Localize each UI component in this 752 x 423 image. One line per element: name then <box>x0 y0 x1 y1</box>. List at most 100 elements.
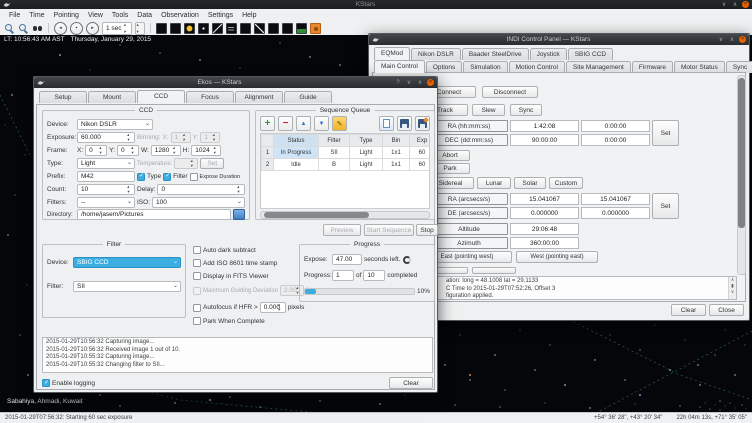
section-tab-main-control[interactable]: Main Control <box>374 60 425 73</box>
slew-button[interactable]: Slew <box>472 104 505 116</box>
fits-viewer-checkbox[interactable] <box>193 272 201 280</box>
filter-checkbox[interactable] <box>163 173 171 181</box>
ground-toggle-icon[interactable] <box>296 23 307 34</box>
move-job-down-icon[interactable] <box>314 116 329 131</box>
solar-rate-button[interactable]: Solar <box>514 177 546 189</box>
de-rate-target-input[interactable]: 0.000000 <box>581 207 650 219</box>
spinner-icon[interactable] <box>99 146 105 155</box>
filter-select[interactable]: SII <box>73 281 181 292</box>
time-step-spinner-icon[interactable] <box>124 23 130 34</box>
time-stop-icon[interactable]: ▪ <box>70 22 83 35</box>
spinner-icon[interactable] <box>131 146 137 155</box>
sequence-table[interactable]: Status Filter Type Bin Exp 1 In Progress… <box>261 134 430 171</box>
device-tab-nikon-dslr[interactable]: Nikon DSLR <box>411 48 461 60</box>
delay-input[interactable]: 0 <box>157 184 245 195</box>
filter-device-select[interactable]: SBIG CCD <box>73 257 181 268</box>
indi-clear-button[interactable]: Clear <box>671 304 706 316</box>
maximize-icon[interactable]: ∧ <box>728 36 736 44</box>
menu-tools[interactable]: Tools <box>108 11 132 20</box>
prefix-input[interactable]: M42 <box>77 171 135 182</box>
stop-button[interactable]: Stop <box>416 224 438 236</box>
time-infobox[interactable]: LT: 10:56:43 AM AST Thursday, January 29… <box>4 36 151 43</box>
autofocus-hfr-checkbox[interactable] <box>193 304 201 312</box>
sync-button[interactable]: Sync <box>510 104 542 116</box>
disconnect-button[interactable]: Disconnect <box>482 86 538 98</box>
table-row[interactable]: 1 In Progress SII Light 1x1 60 <box>262 147 431 159</box>
tab-mount[interactable]: Mount <box>88 91 136 103</box>
browse-directory-icon[interactable] <box>233 209 245 220</box>
count-input[interactable]: 10 <box>77 184 135 195</box>
zoom-in-icon[interactable] <box>4 23 15 34</box>
device-tab-eqmod[interactable]: EQMod <box>374 47 410 60</box>
deep-sky-objects-toggle-icon[interactable] <box>170 23 181 34</box>
zoom-out-icon[interactable] <box>18 23 29 34</box>
maximize-icon[interactable]: ∧ <box>731 1 739 9</box>
maximize-icon[interactable]: ∧ <box>416 79 424 87</box>
menu-file[interactable]: File <box>5 11 24 20</box>
ccd-device-select[interactable]: Nikon DSLR <box>77 119 153 130</box>
time-rewind-icon[interactable]: ◂ <box>54 22 67 35</box>
indi-pane-scrollbar[interactable] <box>737 75 746 275</box>
satellites-toggle-icon[interactable] <box>212 23 223 34</box>
menu-view[interactable]: View <box>84 11 107 20</box>
device-tab-sbig-ccd[interactable]: SBIG CCD <box>568 48 613 60</box>
menu-data[interactable]: Data <box>133 11 156 20</box>
log-scrollbar[interactable]: ∧▮∨ <box>728 277 736 299</box>
indi-close-button[interactable]: Close <box>709 304 744 316</box>
ekos-titlebar[interactable]: Ekos — KStars ? ∨ ∧ × <box>34 77 437 88</box>
time-step-adjust-icon[interactable] <box>135 22 145 35</box>
sequence-hscrollbar[interactable] <box>260 211 430 219</box>
supernovae-toggle-icon[interactable] <box>198 23 209 34</box>
device-tab-baader-steeldrive[interactable]: Baader SteelDrive <box>462 48 529 60</box>
menu-settings[interactable]: Settings <box>204 11 237 20</box>
minimize-icon[interactable]: ∨ <box>717 36 725 44</box>
spinner-icon[interactable] <box>127 133 133 142</box>
time-advance-icon[interactable]: ▸ <box>86 22 99 35</box>
spinner-icon[interactable] <box>278 303 284 312</box>
park-when-complete-checkbox[interactable] <box>193 317 201 325</box>
ra-rate-target-input[interactable]: 15.041067 <box>581 193 650 205</box>
exp-header[interactable]: Exp <box>410 135 431 147</box>
filters-select[interactable]: -- <box>77 197 135 208</box>
auto-dark-checkbox[interactable] <box>193 246 201 254</box>
spinner-icon[interactable] <box>127 185 133 194</box>
iso8601-checkbox[interactable] <box>193 259 201 267</box>
pier-west-button[interactable]: West (pointing east) <box>516 251 598 263</box>
close-icon[interactable]: × <box>427 79 434 86</box>
spinner-icon[interactable] <box>173 146 179 155</box>
autofocus-hfr-input[interactable]: 0.000 <box>260 302 286 313</box>
exposure-input[interactable]: 60.000 <box>77 132 135 143</box>
filter-header[interactable]: Filter <box>319 135 350 147</box>
ekos-log-view[interactable]: 2015-01-29T10:56:32 Capturing image... 2… <box>42 337 433 373</box>
ekos-clear-button[interactable]: Clear <box>389 377 433 389</box>
find-object-icon[interactable] <box>32 23 43 34</box>
tab-setup[interactable]: Setup <box>39 91 87 103</box>
constellation-lines-toggle-icon[interactable] <box>240 23 251 34</box>
scrollbar-thumb[interactable] <box>738 78 745 228</box>
whats-interesting-toggle-icon[interactable] <box>310 23 321 34</box>
object-labels-toggle-icon[interactable] <box>226 23 237 34</box>
save-sequence-as-icon[interactable] <box>415 116 430 131</box>
move-job-up-icon[interactable] <box>296 116 311 131</box>
status-header[interactable]: Status <box>274 135 319 147</box>
open-sequence-icon[interactable] <box>379 116 394 131</box>
table-row[interactable]: 2 Idle B Light 1x1 60 <box>262 159 431 171</box>
menu-time[interactable]: Time <box>25 11 48 20</box>
solar-system-toggle-icon[interactable] <box>184 23 195 34</box>
menu-pointing[interactable]: Pointing <box>50 11 83 20</box>
minimize-icon[interactable]: ∨ <box>405 79 413 87</box>
tab-alignment[interactable]: Alignment <box>235 91 283 103</box>
custom-rate-button[interactable]: Custom <box>549 177 583 189</box>
device-tab-joystick[interactable]: Joystick <box>530 48 567 60</box>
bin-header[interactable]: Bin <box>383 135 410 147</box>
add-job-icon[interactable] <box>260 116 275 131</box>
frame-h-input[interactable]: 1024 <box>191 145 221 156</box>
set-rate-button[interactable]: Set <box>652 193 679 219</box>
close-icon[interactable]: × <box>742 1 749 8</box>
help-icon[interactable]: ? <box>394 79 402 87</box>
spinner-icon[interactable] <box>237 185 243 194</box>
spinner-icon[interactable] <box>213 146 219 155</box>
time-step-input[interactable]: 1 sec <box>102 22 132 35</box>
dec-target-input[interactable]: 0:00:00 <box>581 134 650 146</box>
type-checkbox[interactable] <box>137 173 145 181</box>
